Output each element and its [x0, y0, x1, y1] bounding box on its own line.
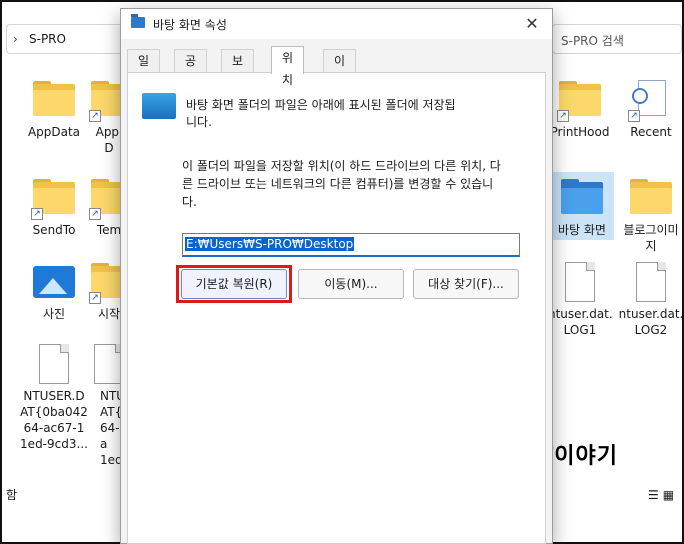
file-label: 바탕 화면 [558, 223, 606, 237]
properties-dialog: 바탕 화면 속성 ✕ 일반 공유 보안 위치 이전 버전 바탕 화면 폴더의 파… [120, 8, 553, 544]
file-item-ntuser-log1[interactable]: ntuser.dat. LOG1 [548, 262, 613, 338]
view-toggle-icons[interactable]: ☰▦ [648, 488, 678, 502]
dialog-title: 바탕 화면 속성 [153, 18, 227, 32]
address-bar[interactable]: › S-PRO [6, 24, 126, 54]
folder-path-value: E:₩Users₩S-PRO₩Desktop [185, 237, 355, 251]
file-label: PrintHood [550, 125, 610, 139]
file-label: NTUSER.D AT{0ba042 64-ac67-1 1ed-9cd3... [20, 389, 88, 451]
document-icon [628, 262, 674, 302]
shortcut-arrow-icon: ↗ [628, 110, 640, 122]
change-location-description: 이 폴더의 파일을 저장할 위치(이 하드 드라이브의 다른 위치, 다 른 드… [182, 159, 501, 209]
file-item-desktop[interactable]: 바탕 화면 [550, 172, 614, 240]
tab-sharing[interactable]: 공유 [174, 49, 208, 90]
file-item-photos[interactable]: 사진 [16, 262, 92, 322]
search-input[interactable]: S-PRO 검색 [552, 24, 682, 54]
file-item-recent[interactable]: ↗ Recent [616, 80, 684, 140]
desktop-folder-icon [559, 178, 605, 218]
file-label: AppData [27, 125, 81, 139]
search-placeholder: S-PRO 검색 [561, 34, 624, 48]
shortcut-arrow-icon: ↗ [89, 292, 101, 304]
document-icon [31, 344, 77, 384]
dialog-titlebar[interactable]: 바탕 화면 속성 ✕ [121, 9, 552, 39]
location-tab-panel: 바탕 화면 폴더의 파일은 아래에 표시된 폴더에 저장됩 니다. 이 폴더의 … [127, 72, 546, 544]
tab-previous-versions[interactable]: 이전 버전 [323, 49, 357, 134]
file-label: ntuser.dat. LOG2 [618, 307, 684, 337]
file-label: 블로그이미 지 [623, 223, 679, 253]
file-item-sendto[interactable]: ↗ SendTo [16, 178, 92, 238]
shortcut-arrow-icon: ↗ [31, 208, 43, 220]
folder-icon [628, 178, 674, 218]
tab-security[interactable]: 보안 [221, 49, 255, 90]
folder-icon: ↗ [31, 178, 77, 220]
photos-folder-icon [31, 262, 77, 302]
folder-icon [131, 14, 145, 28]
file-label: SendTo [32, 223, 76, 237]
shortcut-arrow-icon: ↗ [557, 110, 569, 122]
file-label: Recent [630, 125, 672, 139]
file-item-ntuser-log2[interactable]: ntuser.dat. LOG2 [616, 262, 684, 338]
shortcut-arrow-icon: ↗ [89, 208, 101, 220]
file-item-blog-images[interactable]: 블로그이미 지 [616, 178, 684, 254]
desktop-folder-icon [142, 93, 176, 119]
address-text: S-PRO [29, 32, 66, 46]
find-target-button[interactable]: 대상 찾기(F)... [413, 269, 519, 299]
file-item-ntuser-dat[interactable]: NTUSER.D AT{0ba042 64-ac67-1 1ed-9cd3... [16, 344, 92, 452]
file-label: 사진 [42, 307, 66, 321]
highlight-annotation-box [176, 265, 292, 303]
close-button[interactable]: ✕ [512, 9, 552, 39]
move-button[interactable]: 이동(M)... [298, 269, 404, 299]
file-label: ntuser.dat. LOG1 [548, 307, 613, 337]
location-description: 바탕 화면 폴더의 파일은 아래에 표시된 폴더에 저장됩 니다. [186, 98, 456, 129]
folder-icon: ↗ [557, 80, 603, 122]
recent-icon: ↗ [628, 80, 674, 122]
status-bar-text: 함 [6, 488, 18, 502]
tab-location[interactable]: 위치 [271, 46, 305, 87]
folder-icon [31, 80, 77, 120]
file-item-printhood[interactable]: ↗ PrintHood [548, 80, 612, 140]
shortcut-arrow-icon: ↗ [89, 110, 101, 122]
folder-path-input[interactable]: E:₩Users₩S-PRO₩Desktop [182, 233, 520, 257]
tab-general[interactable]: 일반 [127, 49, 161, 90]
chevron-right-icon: › [13, 32, 18, 46]
file-item-appdata[interactable]: AppData [16, 80, 92, 140]
document-icon [557, 262, 603, 302]
